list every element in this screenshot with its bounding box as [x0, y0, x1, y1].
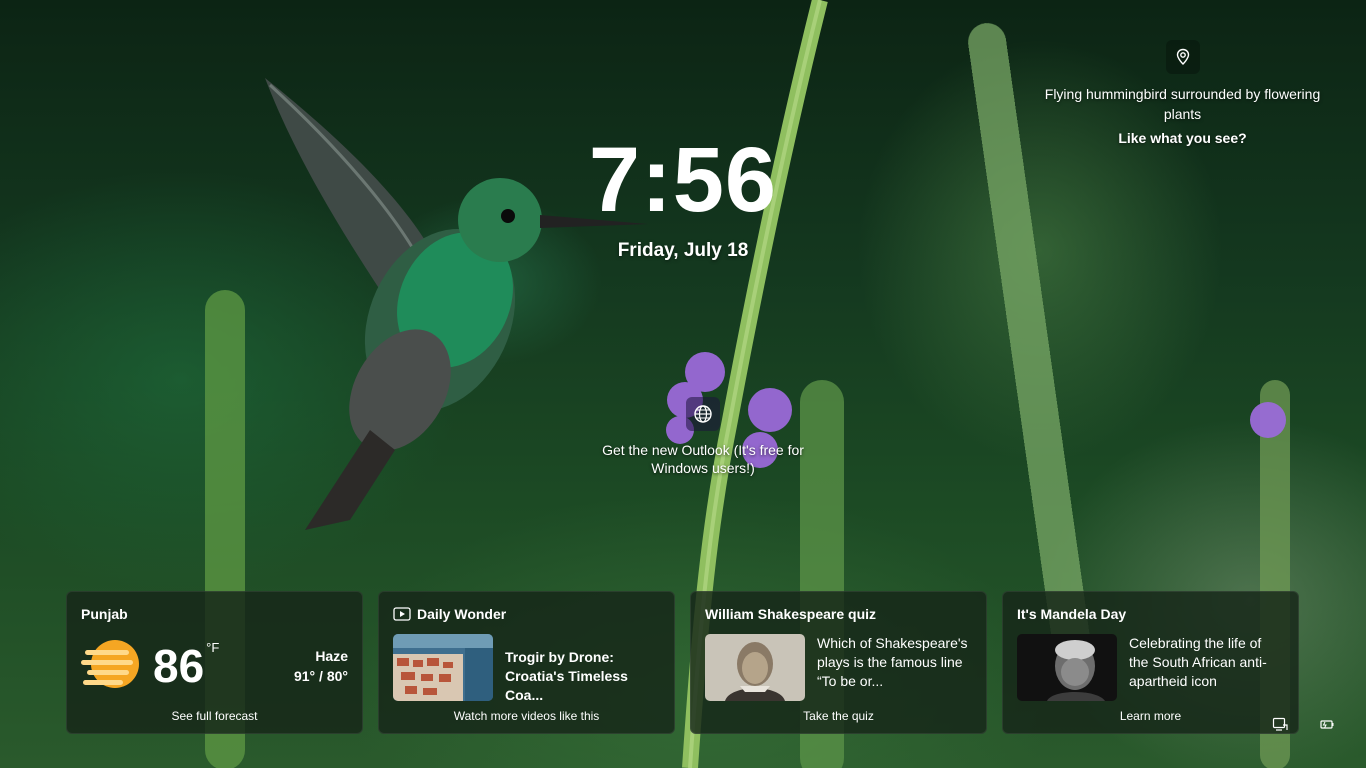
video-icon [393, 607, 411, 621]
location-pin-icon [1176, 48, 1189, 65]
clock-time: 7:56 [588, 129, 778, 231]
network-icon[interactable] [1272, 716, 1288, 732]
haze-sun-icon [81, 640, 139, 688]
learn-more-link[interactable]: Learn more [1003, 709, 1298, 723]
weather-range: 91° / 80° [293, 668, 348, 684]
weather-unit: °F [206, 640, 220, 655]
outlook-promo-text[interactable]: Get the new Outlook (It's free for Windo… [593, 441, 813, 477]
mandela-portrait[interactable] [1017, 634, 1117, 701]
weather-condition: Haze [315, 648, 348, 664]
like-what-you-see-link[interactable]: Like what you see? [1030, 130, 1335, 146]
outlook-promo[interactable]: Get the new Outlook (It's free for Windo… [593, 397, 813, 477]
lock-clock: 7:56 Friday, July 18 [583, 128, 783, 262]
trogir-thumbnail[interactable] [393, 634, 493, 701]
clock-date: Friday, July 18 [617, 240, 749, 261]
status-icons [1272, 716, 1334, 732]
weather-card[interactable]: Punjab 86 °F Haze 91° / 80° See full for… [66, 591, 363, 734]
spotlight-info: Flying hummingbird surrounded by floweri… [1030, 40, 1335, 146]
quiz-question[interactable]: Which of Shakespeare's plays is the famo… [817, 634, 972, 701]
daily-wonder-title: Daily Wonder [417, 606, 507, 622]
see-full-forecast-link[interactable]: See full forecast [67, 709, 362, 723]
mandela-text[interactable]: Celebrating the life of the South Africa… [1129, 634, 1284, 701]
shakespeare-portrait[interactable] [705, 634, 805, 701]
spotlight-description[interactable]: Flying hummingbird surrounded by floweri… [1030, 84, 1335, 124]
quiz-title: William Shakespeare quiz [705, 606, 877, 622]
mandela-title: It's Mandela Day [1017, 606, 1127, 622]
watch-more-videos-link[interactable]: Watch more videos like this [379, 709, 674, 723]
take-the-quiz-link[interactable]: Take the quiz [691, 709, 986, 723]
daily-wonder-card[interactable]: Daily Wonder Trogir by Drone: Croatia's … [378, 591, 675, 734]
shakespeare-quiz-card[interactable]: William Shakespeare quiz Which of Shakes… [690, 591, 987, 734]
mandela-day-card[interactable]: It's Mandela Day Celebrating the life of… [1002, 591, 1299, 734]
globe-button[interactable] [686, 397, 720, 431]
location-pin-button[interactable] [1165, 40, 1200, 74]
battery-icon[interactable] [1318, 716, 1334, 732]
weather-location: Punjab [81, 606, 128, 622]
globe-icon [694, 405, 712, 423]
daily-wonder-headline[interactable]: Trogir by Drone: Croatia's Timeless Coa.… [505, 648, 660, 705]
weather-temperature: 86 [153, 640, 205, 692]
